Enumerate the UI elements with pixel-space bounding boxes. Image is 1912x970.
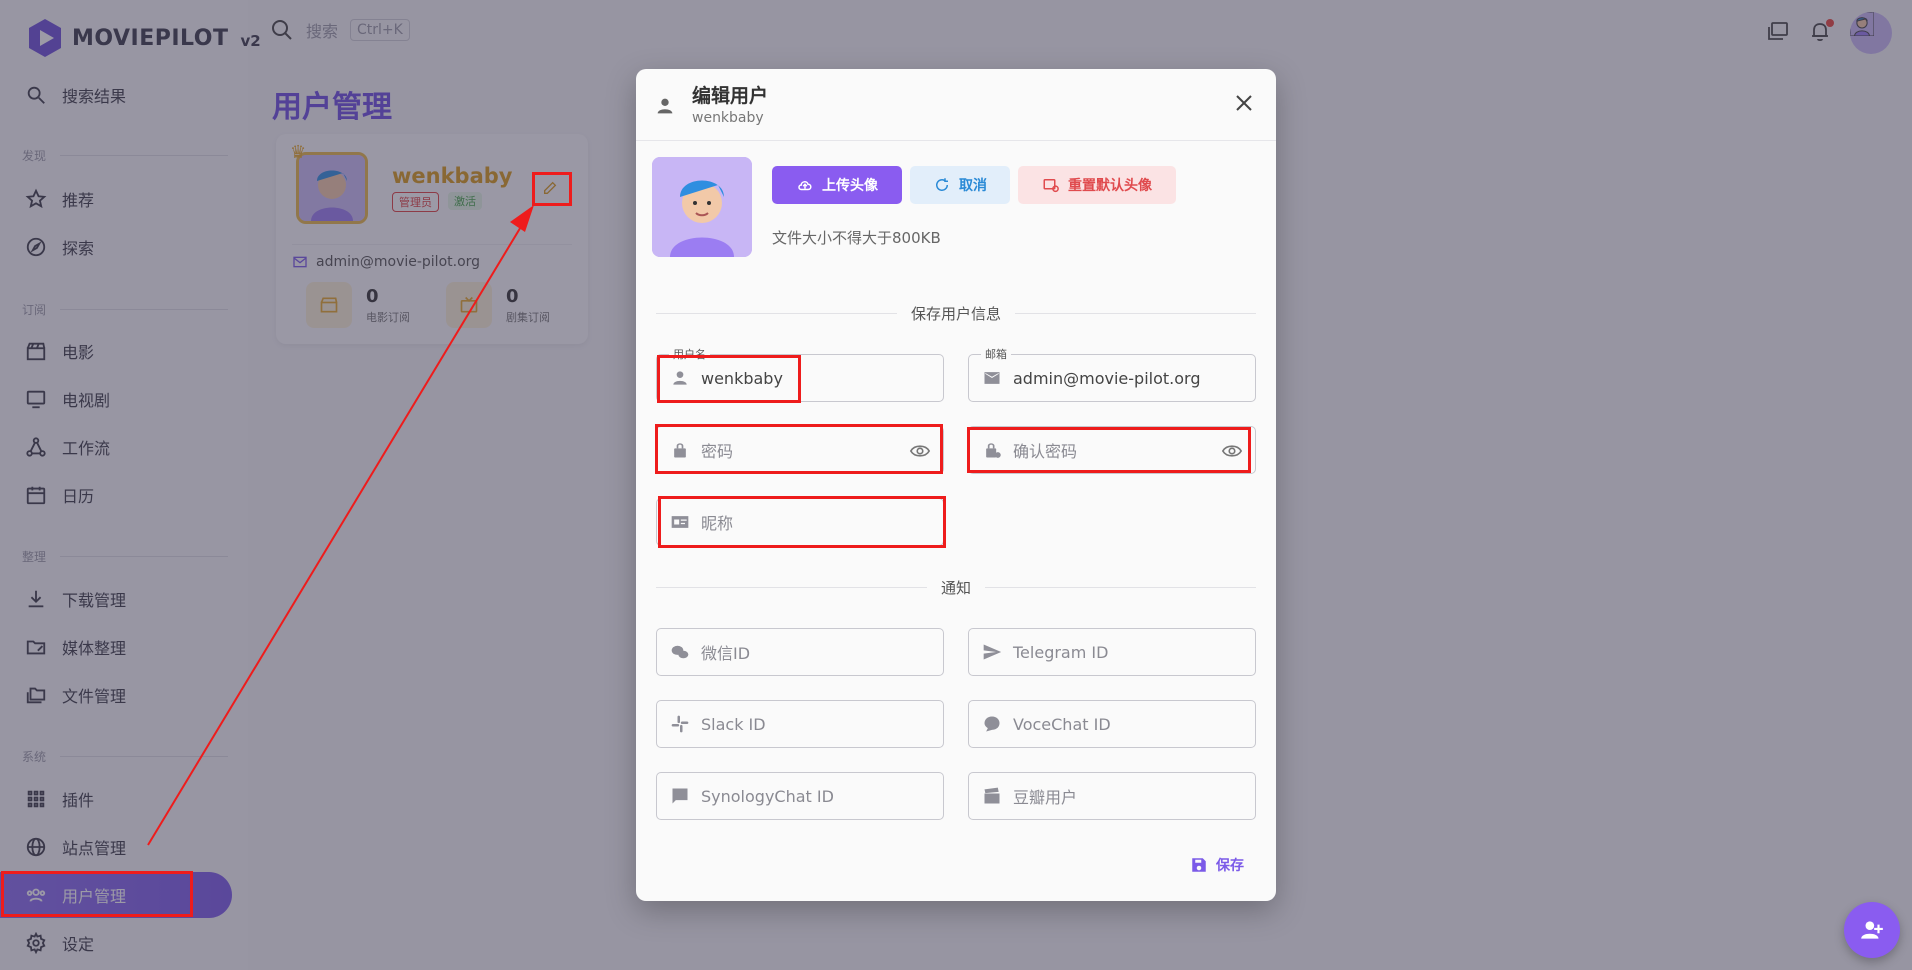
person-icon bbox=[657, 98, 673, 114]
annotation-box bbox=[967, 427, 1251, 473]
wechat-id-field[interactable]: 微信ID bbox=[656, 628, 944, 676]
cancel-button[interactable]: 取消 bbox=[910, 166, 1010, 204]
reset-label: 重置默认头像 bbox=[1068, 178, 1152, 194]
add-user-fab[interactable] bbox=[1844, 902, 1900, 958]
email-value: admin@movie-pilot.org bbox=[1013, 368, 1201, 388]
person-add-icon bbox=[1861, 921, 1883, 939]
vocechat-id-field[interactable]: VoceChat ID bbox=[968, 700, 1256, 748]
message-icon bbox=[669, 785, 691, 807]
dialog-subtitle: wenkbaby bbox=[692, 110, 764, 126]
save-label: 保存 bbox=[1216, 858, 1244, 874]
dialog-header: 编辑用户 wenkbaby bbox=[636, 69, 1276, 141]
clapperboard-icon bbox=[981, 785, 1003, 807]
save-button[interactable]: 保存 bbox=[1190, 855, 1244, 875]
slack-icon bbox=[669, 713, 691, 735]
douban-placeholder: 豆瓣用户 bbox=[1013, 788, 1078, 807]
synology-placeholder: SynologyChat ID bbox=[701, 786, 834, 806]
telegram-id-field[interactable]: Telegram ID bbox=[968, 628, 1256, 676]
synologychat-id-field[interactable]: SynologyChat ID bbox=[656, 772, 944, 820]
floppy-icon bbox=[1192, 858, 1206, 872]
size-hint: 文件大小不得大于800KB bbox=[772, 229, 941, 247]
slack-id-field[interactable]: Slack ID bbox=[656, 700, 944, 748]
douban-user-field[interactable]: 豆瓣用户 bbox=[968, 772, 1256, 820]
reset-avatar-button[interactable]: 重置默认头像 bbox=[1018, 166, 1176, 204]
send-icon bbox=[981, 641, 1003, 663]
section-divider-user: 保存用户信息 bbox=[656, 303, 1256, 324]
close-button[interactable] bbox=[1230, 89, 1258, 117]
section-divider-notify: 通知 bbox=[656, 577, 1256, 598]
email-label: 邮箱 bbox=[981, 346, 1011, 362]
edit-user-dialog: 编辑用户 wenkbaby 上传头像 取消 重置默认头像 文件大小不得大于800… bbox=[636, 69, 1276, 901]
refresh-icon bbox=[936, 178, 949, 191]
annotation-box bbox=[655, 424, 943, 474]
wechat-placeholder: 微信ID bbox=[701, 644, 751, 663]
telegram-placeholder: Telegram ID bbox=[1013, 642, 1109, 662]
slack-placeholder: Slack ID bbox=[701, 714, 766, 734]
dialog-title: 编辑用户 bbox=[692, 85, 769, 107]
wechat-icon bbox=[669, 641, 691, 663]
annotation-box bbox=[658, 496, 946, 548]
vocechat-placeholder: VoceChat ID bbox=[1013, 714, 1111, 734]
annotation-box bbox=[1, 871, 193, 917]
annotation-box bbox=[657, 355, 801, 403]
dialog-avatar bbox=[652, 157, 752, 257]
close-icon bbox=[1236, 95, 1252, 111]
image-reset-icon bbox=[1043, 179, 1059, 193]
upload-label: 上传头像 bbox=[822, 178, 878, 194]
chat-bubble-icon bbox=[981, 713, 1003, 735]
cloud-upload-icon bbox=[798, 181, 812, 191]
cancel-label: 取消 bbox=[959, 178, 987, 194]
upload-avatar-button[interactable]: 上传头像 bbox=[772, 166, 902, 204]
email-field[interactable]: 邮箱 admin@movie-pilot.org bbox=[968, 346, 1256, 402]
mail-icon bbox=[981, 367, 1003, 389]
annotation-box bbox=[532, 172, 572, 206]
